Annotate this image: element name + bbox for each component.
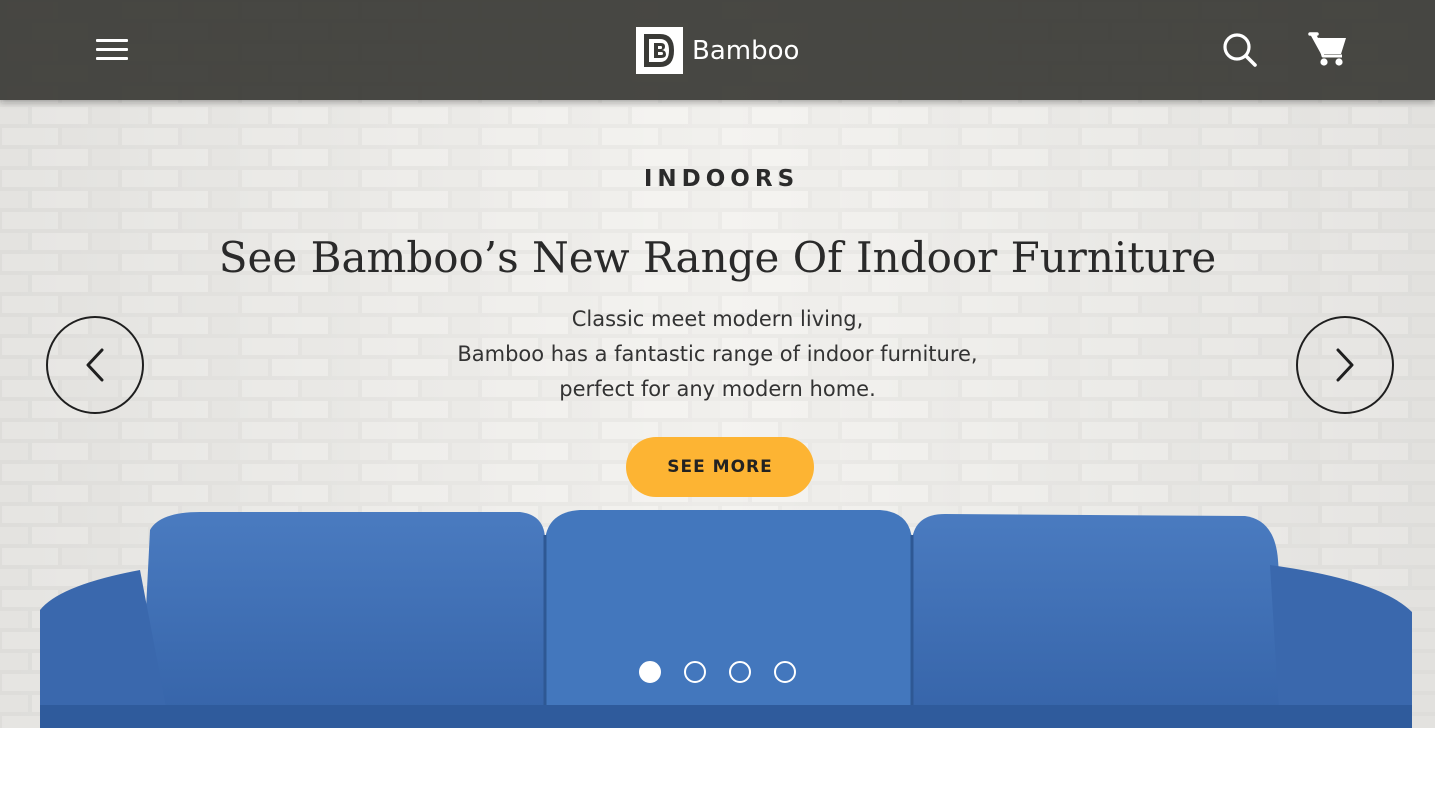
shopping-cart-icon	[1308, 32, 1346, 66]
cart-button[interactable]	[1308, 28, 1350, 70]
brand-name: Bamboo	[692, 35, 800, 66]
hamburger-menu-icon	[96, 48, 128, 51]
hero-description-line: Bamboo has a fantastic range of indoor f…	[457, 342, 978, 366]
carousel-dot[interactable]	[729, 661, 751, 683]
hero-description-line: perfect for any modern home.	[559, 377, 876, 401]
hero-eyebrow: INDOORS	[643, 166, 800, 192]
carousel-dot[interactable]	[774, 661, 796, 683]
hero-headline: See Bamboo’s New Range Of Indoor Furnitu…	[218, 233, 1217, 282]
logo-mark-icon	[636, 27, 683, 74]
hamburger-menu-icon	[96, 57, 128, 60]
see-more-button[interactable]: SEE MORE	[626, 437, 814, 497]
hero-description: Classic meet modern living, Bamboo has a…	[0, 302, 1435, 407]
hero-banner: INDOORS See Bamboo’s New Range Of Indoor…	[0, 0, 1435, 728]
menu-button[interactable]	[92, 32, 132, 68]
search-button[interactable]	[1220, 30, 1260, 70]
carousel-dot[interactable]	[639, 661, 661, 683]
hero-description-line: Classic meet modern living,	[571, 307, 864, 331]
carousel-prev-button[interactable]	[46, 316, 144, 414]
chevron-right-icon	[1336, 348, 1354, 382]
chevron-left-icon	[86, 348, 104, 382]
brand-logo[interactable]: Bamboo	[636, 27, 799, 74]
carousel-next-button[interactable]	[1296, 316, 1394, 414]
carousel-dot[interactable]	[684, 661, 706, 683]
hamburger-menu-icon	[96, 39, 128, 42]
search-icon	[1223, 33, 1257, 67]
site-header: Bamboo	[0, 0, 1435, 100]
